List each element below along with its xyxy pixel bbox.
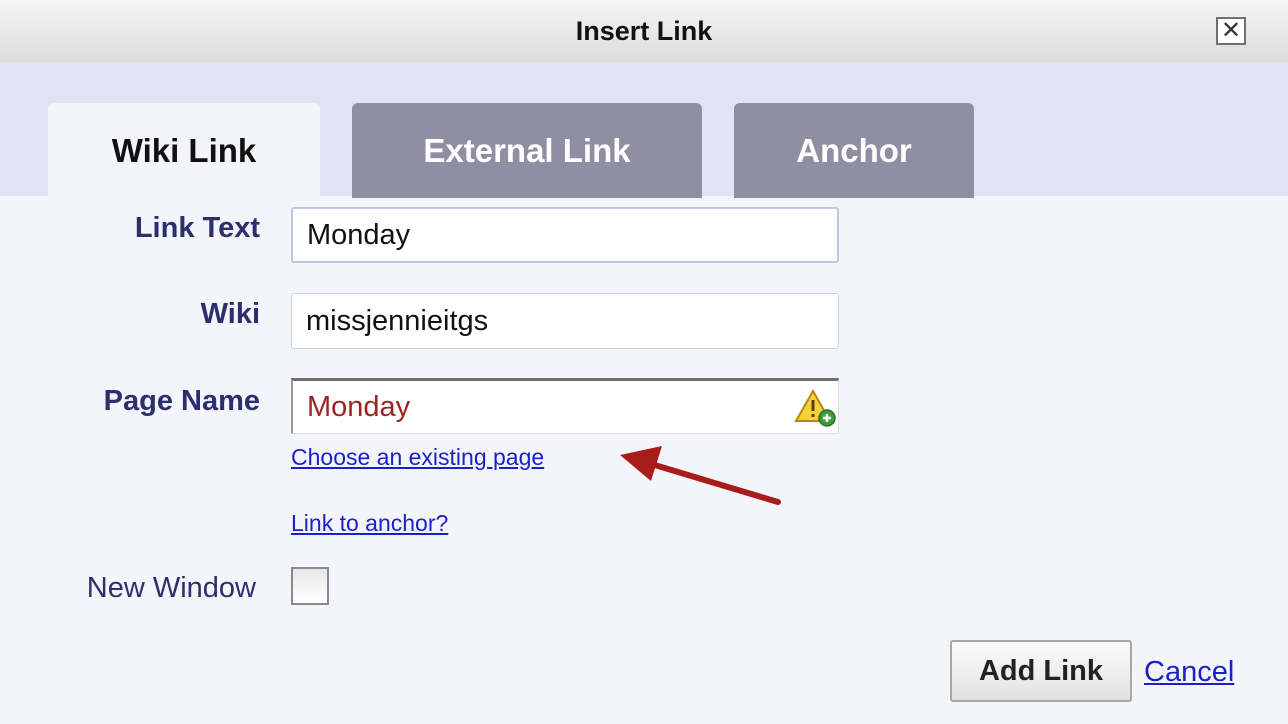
- page-name-field[interactable]: [291, 378, 839, 434]
- link-to-anchor-link[interactable]: Link to anchor?: [291, 510, 448, 537]
- page-name-label: Page Name: [103, 385, 260, 417]
- tab-external-link[interactable]: External Link: [352, 103, 702, 198]
- add-link-button[interactable]: Add Link: [950, 640, 1132, 702]
- close-icon[interactable]: ✕: [1216, 17, 1246, 45]
- wiki-field[interactable]: [291, 293, 839, 349]
- dialog-titlebar: Insert Link ✕: [0, 0, 1288, 63]
- warning-add-icon: [794, 388, 836, 427]
- cancel-link[interactable]: Cancel: [1144, 656, 1234, 689]
- tab-wiki-link[interactable]: Wiki Link: [48, 103, 320, 198]
- link-text-label: Link Text: [134, 212, 260, 244]
- new-window-checkbox[interactable]: [291, 567, 329, 605]
- new-window-label: New Window: [86, 572, 256, 604]
- wiki-label: Wiki: [200, 298, 260, 330]
- choose-existing-page-link[interactable]: Choose an existing page: [291, 444, 544, 471]
- link-text-field[interactable]: [291, 207, 839, 263]
- dialog-title: Insert Link: [575, 16, 713, 46]
- tab-anchor[interactable]: Anchor: [734, 103, 974, 198]
